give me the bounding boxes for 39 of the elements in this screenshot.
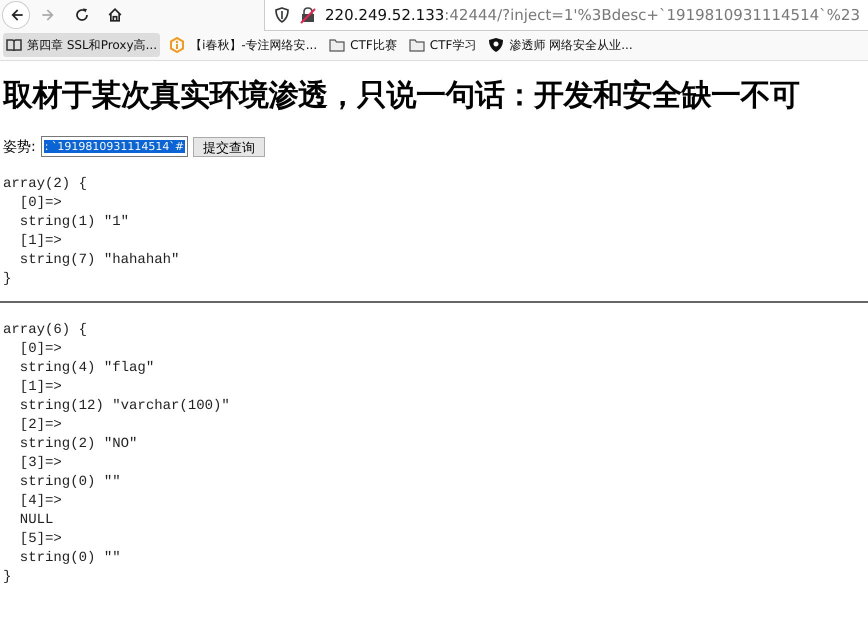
dump-line: array(6) { <box>3 321 88 340</box>
field-label: 姿势: <box>3 138 36 156</box>
shield-icon <box>488 37 504 53</box>
address-bar[interactable]: 220.249.52.133:42444/?inject=1'%3Bdesc+`1919810931114514`%23 <box>264 0 868 30</box>
folder-icon <box>329 37 346 53</box>
dump-line: [1]=> <box>18 378 63 397</box>
dump-line: [0]=> <box>18 340 63 359</box>
dump-line: array(2) { <box>3 175 88 194</box>
page-heading: 取材于某次真实环境渗透，只说一句话：开发和安全缺一不可 <box>3 77 800 115</box>
insecure-lock-icon <box>299 6 317 24</box>
dump-line: [3]=> <box>18 454 63 473</box>
url-text: 220.249.52.133:42444/?inject=1'%3Bdesc+`1919810931114514`%23 <box>325 6 860 24</box>
book-icon <box>6 37 22 53</box>
bookmark-item[interactable]: CTF比赛 <box>326 33 400 57</box>
bookmark-item[interactable]: 【i春秋】-专注网络安... <box>166 33 320 57</box>
back-button[interactable] <box>2 1 30 29</box>
bookmark-item[interactable]: 渗透师 网络安全从业... <box>485 33 636 57</box>
dump-line: NULL <box>18 511 54 530</box>
bookmark-item[interactable]: 第四章 SSL和Proxy高... <box>3 33 160 57</box>
dump-line: string(2) "NO" <box>18 435 138 454</box>
dump-line: string(12) "varchar(100)" <box>18 397 231 416</box>
dump-line: string(7) "hahahah" <box>18 251 180 270</box>
dump-line: [1]=> <box>18 232 63 251</box>
dump-line: [2]=> <box>18 416 63 435</box>
input-field[interactable]: : `1919810931114514`# <box>40 136 188 157</box>
dump-line: string(0) "" <box>18 473 122 492</box>
logo-icon <box>169 37 186 53</box>
folder-icon <box>408 37 425 53</box>
dump-line: string(4) "flag" <box>18 359 156 378</box>
dump-line: [0]=> <box>18 194 63 213</box>
dump-line: [4]=> <box>18 492 63 511</box>
dump-line: } <box>3 568 12 587</box>
bookmark-item[interactable]: CTF学习 <box>406 33 480 57</box>
submit-button[interactable]: 提交查询 <box>193 136 266 156</box>
dump-line: } <box>3 270 12 289</box>
dump-line: [5]=> <box>18 530 63 549</box>
dump-line: string(1) "1" <box>18 213 130 232</box>
shield-icon <box>273 6 291 24</box>
dump-line: string(0) "" <box>18 549 122 568</box>
